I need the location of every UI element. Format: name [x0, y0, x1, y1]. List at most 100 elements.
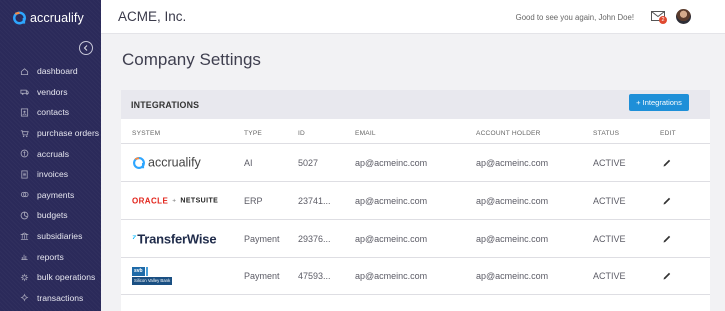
oracle-logo-plus: +: [172, 197, 177, 204]
table-row: svb Silicon Valley Bank Payment 47593...…: [121, 257, 710, 295]
account-holder-cell: ap@acmeinc.com: [476, 157, 549, 168]
status-cell: ACTIVE: [593, 195, 626, 206]
transferwise-flag-icon: ⁷: [132, 232, 137, 245]
edit-button[interactable]: [662, 196, 672, 206]
sidebar-item-label: reports: [37, 251, 64, 262]
contacts-icon: [20, 108, 29, 117]
column-header-edit: EDIT: [660, 130, 676, 137]
sidebar-item-subsidiaries[interactable]: subsidiaries: [0, 226, 101, 247]
table-row: ORACLE + NETSUITE ERP 23741... ap@acmein…: [121, 181, 710, 219]
notification-badge: 2: [659, 16, 667, 24]
column-header-type: TYPE: [244, 130, 263, 137]
sidebar-item-label: transactions: [37, 292, 84, 303]
sidebar-item-bulk-operations[interactable]: bulk operations: [0, 267, 101, 288]
accrualify-logo-text: accrualify: [148, 155, 201, 170]
transferwise-logo: ⁷ TransferWise: [132, 231, 217, 246]
budgets-icon: [20, 211, 29, 220]
id-cell: 23741...: [298, 195, 331, 206]
edit-button[interactable]: [662, 158, 672, 168]
sidebar-item-label: accruals: [37, 148, 69, 159]
sidebar: accrualify dashboard vendors contacts pu…: [0, 0, 101, 311]
type-cell: ERP: [244, 195, 263, 206]
email-cell: ap@acmeinc.com: [355, 157, 428, 168]
sidebar-item-label: bulk operations: [37, 272, 96, 283]
svb-logo-text: Silicon Valley Bank: [132, 277, 173, 285]
sidebar-item-budgets[interactable]: budgets: [0, 205, 101, 226]
sidebar-item-label: contacts: [37, 107, 70, 118]
sidebar-item-payments[interactable]: payments: [0, 185, 101, 206]
column-header-account-holder: ACCOUNT HOLDER: [476, 130, 541, 137]
reports-icon: [20, 252, 29, 261]
payments-icon: [20, 190, 29, 199]
status-cell: ACTIVE: [593, 233, 626, 244]
sidebar-item-label: vendors: [37, 86, 68, 97]
table-row: accrualify AI 5027 ap@acmeinc.com ap@acm…: [121, 143, 710, 181]
id-cell: 47593...: [298, 271, 331, 281]
sidebar-item-label: dashboard: [37, 66, 78, 77]
sidebar-item-reports[interactable]: reports: [0, 246, 101, 267]
vendors-icon: [20, 87, 29, 96]
accruals-icon: [20, 149, 29, 158]
user-avatar[interactable]: [676, 9, 691, 24]
sidebar-item-accruals[interactable]: accruals: [0, 143, 101, 164]
greeting-text: Good to see you again, John Doe!: [515, 13, 634, 22]
svb-mark-icon: svb: [132, 267, 148, 276]
brand-name: accrualify: [30, 11, 84, 25]
sidebar-item-transactions[interactable]: transactions: [0, 288, 101, 309]
account-holder-cell: ap@acmeinc.com: [476, 271, 549, 281]
email-cell: ap@acmeinc.com: [355, 233, 428, 244]
type-cell: Payment: [244, 233, 280, 244]
table-row: ⁷ TransferWise Payment 29376... ap@acmei…: [121, 219, 710, 257]
oracle-netsuite-logo: ORACLE + NETSUITE: [132, 196, 218, 205]
sidebar-item-vendors[interactable]: vendors: [0, 82, 101, 103]
sidebar-item-label: budgets: [37, 210, 68, 221]
type-cell: AI: [244, 157, 253, 168]
accrualify-logo: accrualify: [132, 155, 201, 170]
sidebar-item-label: purchase orders: [37, 128, 100, 139]
notifications-button[interactable]: 2: [651, 11, 667, 24]
transactions-icon: [20, 293, 29, 302]
integrations-title: INTEGRATIONS: [131, 100, 200, 110]
id-cell: 29376...: [298, 233, 331, 244]
column-header-id: ID: [298, 130, 305, 137]
sidebar-collapse-button[interactable]: [79, 41, 93, 55]
sidebar-item-contacts[interactable]: contacts: [0, 102, 101, 123]
top-bar: ACME, Inc. Good to see you again, John D…: [101, 0, 725, 34]
type-cell: Payment: [244, 271, 280, 281]
sidebar-nav: dashboard vendors contacts purchase orde…: [0, 61, 101, 308]
silicon-valley-bank-logo: svb Silicon Valley Bank: [132, 267, 173, 285]
page-title: Company Settings: [122, 50, 261, 69]
oracle-logo-text: ORACLE: [132, 196, 169, 205]
account-holder-cell: ap@acmeinc.com: [476, 233, 549, 244]
pencil-icon: [663, 272, 671, 280]
column-header-status: STATUS: [593, 130, 620, 137]
accrualify-icon: [133, 156, 145, 169]
sidebar-item-purchase-orders[interactable]: purchase orders: [0, 123, 101, 144]
invoices-icon: [20, 170, 29, 179]
edit-button[interactable]: [662, 271, 672, 281]
id-cell: 5027: [298, 157, 319, 168]
sidebar-item-invoices[interactable]: invoices: [0, 164, 101, 185]
integrations-card: INTEGRATIONS + Integrations SYSTEM TYPE …: [121, 90, 710, 311]
pencil-icon: [663, 159, 671, 166]
sidebar-item-dashboard[interactable]: dashboard: [0, 61, 101, 82]
netsuite-logo-text: NETSUITE: [180, 197, 219, 204]
accrualify-logo-icon: [13, 11, 26, 25]
purchase-orders-icon: [20, 129, 29, 138]
main-content: Company Settings INTEGRATIONS + Integrat…: [101, 34, 725, 311]
status-cell: ACTIVE: [593, 271, 626, 281]
bulk-operations-icon: [20, 273, 29, 282]
transferwise-logo-text: TransferWise: [137, 231, 217, 246]
email-cell: ap@acmeinc.com: [355, 271, 428, 281]
edit-button[interactable]: [662, 234, 672, 244]
column-header-email: EMAIL: [355, 130, 376, 137]
email-cell: ap@acmeinc.com: [355, 195, 428, 206]
pencil-icon: [663, 197, 671, 204]
pencil-icon: [663, 235, 671, 242]
company-name: ACME, Inc.: [118, 9, 187, 24]
accrualify-logo[interactable]: accrualify: [12, 10, 84, 26]
integrations-header: INTEGRATIONS + Integrations: [121, 90, 710, 119]
add-integration-button[interactable]: + Integrations: [629, 94, 689, 111]
sidebar-item-label: invoices: [37, 169, 69, 180]
status-cell: ACTIVE: [593, 157, 626, 168]
